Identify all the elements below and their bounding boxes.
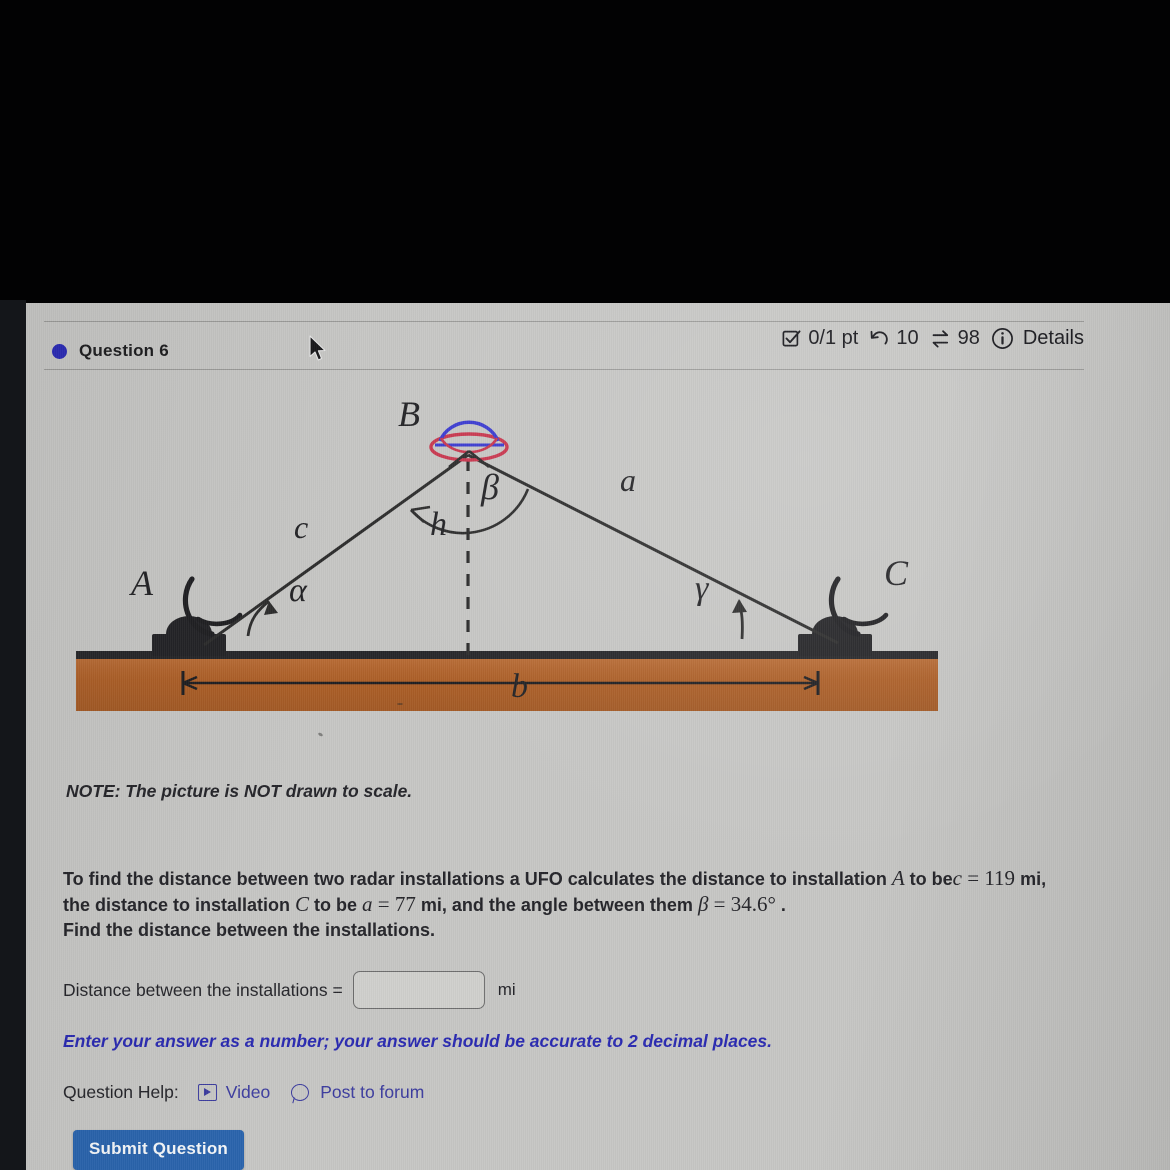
retries-group: 98 xyxy=(930,327,980,350)
radar-feed-c xyxy=(841,612,889,627)
problem-line1-a: To find the distance between two radar i… xyxy=(63,869,892,889)
submit-question-button[interactable]: Submit Question xyxy=(73,1130,244,1170)
undo-arrow-icon xyxy=(869,329,889,349)
problem-var-beta: β xyxy=(697,892,709,916)
problem-statement: To find the distance between two radar i… xyxy=(63,866,1063,943)
video-help-link[interactable]: Video xyxy=(226,1082,270,1103)
attempts-value: 10 xyxy=(896,327,919,349)
angle-gamma-arrowhead xyxy=(732,599,747,613)
triangle-radar-diagram: A B C c a b h α β γ xyxy=(26,383,1170,813)
checkbox-check-icon xyxy=(782,329,801,348)
problem-line1-b: to be xyxy=(904,869,953,889)
speech-bubble-icon[interactable] xyxy=(291,1084,310,1101)
side-c-line xyxy=(203,453,469,647)
info-circle-icon xyxy=(991,327,1014,350)
photo-left-dark-edge xyxy=(0,300,26,1170)
problem-eq-3: = xyxy=(708,892,731,916)
problem-eq-2: = xyxy=(372,892,395,916)
header-divider-top xyxy=(44,321,1084,322)
problem-eq-1: = xyxy=(961,866,985,890)
retries-value: 98 xyxy=(957,327,980,349)
question-title-label: Question 6 xyxy=(79,341,169,360)
label-vertex-c: C xyxy=(884,553,909,593)
label-angle-beta: β xyxy=(480,467,499,507)
answer-unit-label: mi xyxy=(497,980,516,999)
label-angle-alpha: α xyxy=(289,572,308,609)
answer-input[interactable] xyxy=(352,971,485,1009)
answer-format-hint: Enter your answer as a number; your answ… xyxy=(63,1031,772,1051)
label-angle-gamma: γ xyxy=(695,570,710,607)
question-status-bullet-icon xyxy=(52,343,67,359)
points-value: 0/1 pt xyxy=(808,327,859,349)
attempts-group: 10 xyxy=(869,327,919,350)
label-side-a: a xyxy=(620,462,636,498)
diagram-svg: A B C c a b h α β γ xyxy=(76,394,938,711)
problem-value-a: 77 xyxy=(394,892,416,916)
mouse-cursor xyxy=(308,335,328,363)
label-vertex-b: B xyxy=(398,394,420,434)
photo-top-black-band xyxy=(0,0,1170,305)
browser-question-panel: Question 6 0/1 pt 10 98 Details A B C c … xyxy=(26,303,1170,1170)
answer-label: Distance between the installations = xyxy=(63,979,343,1000)
problem-line2-c: mi, and the angle between them xyxy=(415,895,698,915)
header-divider-bottom xyxy=(44,369,1084,370)
details-label[interactable]: Details xyxy=(1023,327,1084,350)
problem-value-c: 119 xyxy=(984,866,1016,890)
photo-speck xyxy=(397,703,403,705)
label-side-b: b xyxy=(511,668,528,705)
problem-line2-b: to be xyxy=(309,895,363,915)
radar-base-c xyxy=(798,634,872,656)
problem-value-beta: 34.6° xyxy=(730,892,776,916)
post-to-forum-link[interactable]: Post to forum xyxy=(320,1082,424,1103)
points-group: 0/1 pt xyxy=(782,327,858,350)
question-help-row: Question Help: Video Post to forum xyxy=(63,1082,424,1103)
scale-note: NOTE: The picture is NOT drawn to scale. xyxy=(66,781,413,801)
swap-arrows-icon xyxy=(930,329,951,349)
ufo-dome xyxy=(438,420,500,442)
question-status-bar: 0/1 pt 10 98 Details xyxy=(782,327,1084,350)
problem-var-C: C xyxy=(295,892,310,916)
label-height-h: h xyxy=(430,506,447,543)
answer-row: Distance between the installations = mi xyxy=(63,971,516,1009)
play-box-icon[interactable] xyxy=(197,1084,217,1101)
photo-of-screen: Question 6 0/1 pt 10 98 Details A B C c … xyxy=(0,0,1170,1170)
problem-var-a: a xyxy=(362,892,373,916)
label-side-c: c xyxy=(294,509,308,545)
question-title: Question 6 xyxy=(52,341,169,361)
problem-var-A: A xyxy=(891,866,905,890)
side-a-line xyxy=(467,453,839,645)
label-vertex-a: A xyxy=(129,563,154,603)
details-group[interactable]: Details xyxy=(991,327,1084,350)
problem-var-c: c xyxy=(952,866,962,890)
problem-line2-d: . xyxy=(775,895,786,915)
question-help-label: Question Help: xyxy=(63,1082,179,1102)
problem-line3: Find the distance between the installati… xyxy=(63,920,436,940)
